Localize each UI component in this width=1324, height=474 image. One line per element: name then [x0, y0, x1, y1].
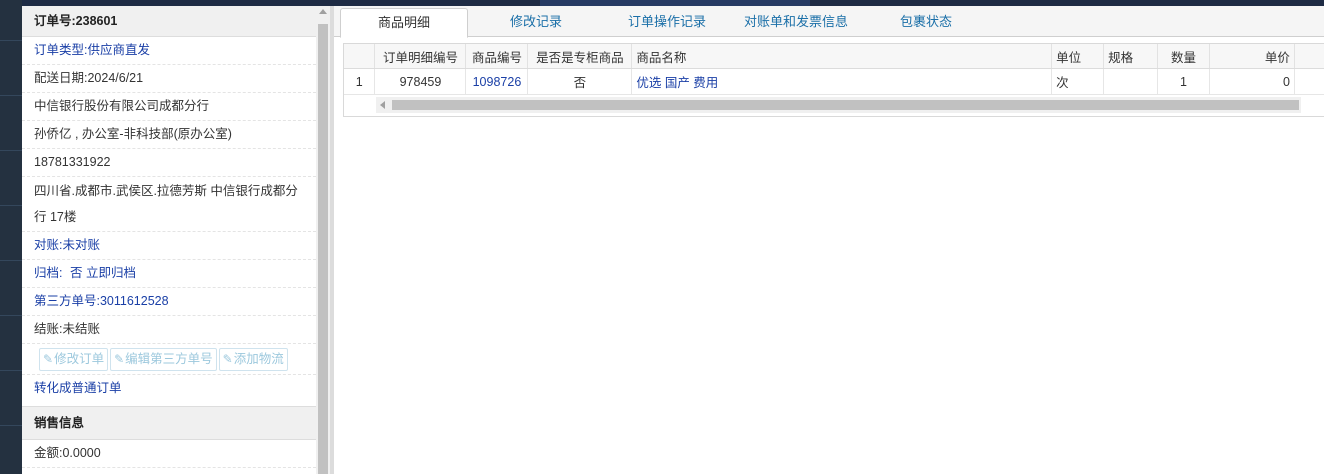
tab-modification-log[interactable]: 修改记录 [486, 8, 586, 36]
product-table: 订单明细编号 商品编号 是否是专柜商品 商品名称 单位 规格 数量 单价 1 9… [344, 44, 1324, 95]
header-detail-number[interactable]: 订单明细编号 [374, 44, 467, 69]
order-number: 订单号:238601 [22, 6, 316, 37]
sales-info-header: 销售信息 [22, 406, 316, 440]
header-unit[interactable]: 单位 [1051, 44, 1105, 69]
sales-amount: 金额:0.0000 [22, 440, 316, 468]
scroll-up-arrow-icon[interactable] [319, 9, 327, 14]
table-header-row: 订单明细编号 商品编号 是否是专柜商品 商品名称 单位 规格 数量 单价 [344, 44, 1324, 69]
tab-product-details[interactable]: 商品明细 [340, 8, 468, 38]
convert-normal-order-link[interactable]: 转化成普通订单 [22, 375, 316, 402]
add-logistics-button[interactable]: ✎添加物流 [218, 348, 288, 371]
cell-is-counter: 否 [527, 68, 633, 95]
order-info-panel: 订单号:238601 订单类型:供应商直发 配送日期:2024/6/21 中信银… [22, 6, 316, 474]
edit-third-party-button[interactable]: ✎编辑第三方单号 [110, 348, 217, 371]
header-unit-price[interactable]: 单价 [1209, 44, 1295, 69]
tab-bar: 商品明细 修改记录 订单操作记录 对账单和发票信息 包裹状态 [334, 6, 1324, 38]
outer-sidebar-edge [0, 0, 22, 474]
company-name: 中信银行股份有限公司成都分行 [22, 93, 316, 121]
tab-order-operation-log[interactable]: 订单操作记录 [612, 8, 722, 36]
edit-icon: ✎ [222, 352, 233, 366]
cell-spec [1103, 68, 1159, 95]
phone-number: 18781331922 [22, 149, 316, 177]
header-quantity[interactable]: 数量 [1157, 44, 1210, 69]
product-detail-grid: 订单明细编号 商品编号 是否是专柜商品 商品名称 单位 规格 数量 单价 1 9… [343, 43, 1324, 117]
left-panel-scrollbar[interactable] [316, 6, 330, 474]
cell-product-number-link[interactable]: 1098726 [465, 68, 529, 95]
header-product-name[interactable]: 商品名称 [631, 44, 1053, 69]
order-actions: ✎修改订单 ✎编辑第三方单号 ✎添加物流 [22, 344, 316, 375]
header-row-number [344, 44, 376, 69]
cell-product-name-link[interactable]: 优选 国产 费用 [631, 68, 1053, 95]
row-number: 1 [344, 68, 376, 95]
archive-row: 归档: 否 立即归档 [22, 260, 316, 288]
contact-info: 孙侨亿 , 办公室-非科技部(原办公室) [22, 121, 316, 149]
order-type-value: 供应商直发 [87, 43, 150, 57]
settle-status: 结账:未结账 [22, 316, 316, 344]
archive-value: 否 [69, 266, 83, 280]
header-spec[interactable]: 规格 [1103, 44, 1159, 69]
scroll-left-arrow-icon[interactable] [380, 101, 385, 109]
table-row[interactable]: 1 978459 1098726 否 优选 国产 费用 次 1 0 [344, 68, 1324, 95]
reconcile-status: 对账:未对账 [22, 232, 316, 260]
archive-label: 归档: [34, 266, 63, 280]
order-type-label: 订单类型: [34, 43, 88, 57]
grid-horizontal-scrollbar[interactable] [376, 97, 1301, 113]
cell-unit-price: 0 [1209, 68, 1295, 95]
third-party-order-number: 第三方单号:3011612528 [22, 288, 316, 316]
scrollbar-thumb[interactable] [318, 24, 328, 474]
detail-panel: 商品明细 修改记录 订单操作记录 对账单和发票信息 包裹状态 订单明细编号 商品… [334, 6, 1324, 474]
cell-filler [1294, 68, 1324, 95]
order-type-row: 订单类型:供应商直发 [22, 37, 316, 65]
archive-now-link[interactable]: 立即归档 [86, 266, 136, 280]
header-filler [1294, 44, 1324, 69]
delivery-date: 配送日期:2024/6/21 [22, 65, 316, 93]
header-product-number[interactable]: 商品编号 [465, 44, 529, 69]
cell-unit: 次 [1051, 68, 1105, 95]
header-is-counter[interactable]: 是否是专柜商品 [527, 44, 633, 69]
scrollbar-thumb[interactable] [392, 100, 1299, 110]
edit-order-button[interactable]: ✎修改订单 [39, 348, 109, 371]
edit-icon: ✎ [114, 352, 125, 366]
cell-detail-number: 978459 [374, 68, 467, 95]
tab-package-status[interactable]: 包裹状态 [882, 8, 970, 36]
edit-icon: ✎ [43, 352, 54, 366]
cell-quantity: 1 [1157, 68, 1210, 95]
delivery-address: 四川省.成都市.武侯区.拉德芳斯 中信银行成都分行 17楼 [22, 177, 316, 232]
tab-statement-invoice[interactable]: 对账单和发票信息 [730, 8, 862, 36]
